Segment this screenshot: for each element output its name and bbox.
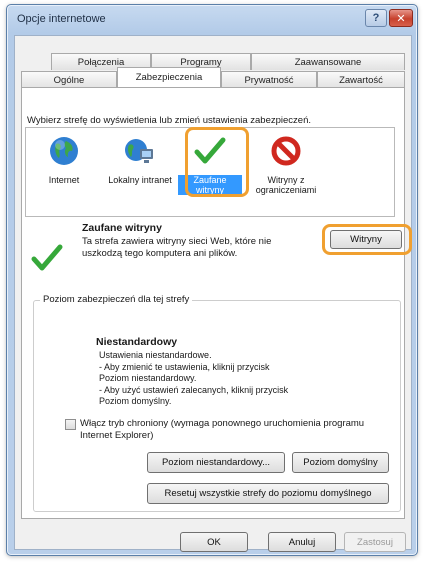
restricted-icon	[268, 133, 304, 169]
security-level-line: Ustawienia niestandardowe.	[99, 350, 212, 360]
zone-trusted-sites[interactable]: Zaufane witryny	[178, 133, 242, 195]
zone-info-description: Ta strefa zawiera witryny sieci Web, któ…	[82, 236, 272, 259]
tab-advanced[interactable]: Zaawansowane	[251, 53, 405, 70]
zone-info-title: Zaufane witryny	[82, 222, 162, 234]
zone-trusted-sites-label: Zaufane witryny	[178, 175, 242, 195]
zone-restricted-sites[interactable]: Witryny z ograniczeniami	[254, 133, 318, 195]
zone-internet[interactable]: Internet	[32, 133, 96, 185]
tab-content[interactable]: Zawartość	[317, 71, 405, 88]
apply-button[interactable]: Zastosuj	[344, 532, 406, 552]
checkmark-icon	[192, 133, 228, 169]
security-level-line: - Aby użyć ustawień zalecanych, kliknij …	[99, 384, 289, 407]
security-level-title: Niestandardowy	[96, 336, 178, 348]
custom-level-button[interactable]: Poziom niestandardowy...	[147, 452, 285, 473]
zone-instruction: Wybierz strefę do wyświetlenia lub zmień…	[27, 115, 311, 126]
security-level-line: - Aby zmienić te ustawienia, kliknij prz…	[99, 361, 270, 384]
zone-local-intranet-label: Lokalny intranet	[108, 175, 172, 185]
zone-local-intranet[interactable]: Lokalny intranet	[108, 133, 172, 185]
zone-internet-label: Internet	[48, 175, 80, 185]
close-button[interactable]: ✕	[389, 9, 413, 27]
sites-button[interactable]: Witryny	[330, 230, 402, 249]
window-title: Opcje internetowe	[17, 13, 106, 25]
title-bar[interactable]: Opcje internetowe ? ✕	[7, 5, 417, 35]
intranet-icon	[122, 133, 158, 169]
tab-security[interactable]: Zabezpieczenia	[117, 67, 221, 87]
help-button[interactable]: ?	[365, 9, 387, 27]
globe-icon	[46, 133, 82, 169]
cancel-button[interactable]: Anuluj	[268, 532, 336, 552]
zone-list: Internet Lokalny intranet Zaufane witryn…	[25, 127, 395, 217]
ok-button[interactable]: OK	[180, 532, 248, 552]
tab-general[interactable]: Ogólne	[21, 71, 117, 88]
security-level-group-label: Poziom zabezpieczeń dla tej strefy	[40, 294, 193, 305]
reset-all-zones-button[interactable]: Resetuj wszystkie strefy do poziomu domy…	[147, 483, 389, 504]
zone-restricted-sites-label: Witryny z ograniczeniami	[255, 175, 317, 195]
protected-mode-label: Włącz tryb chroniony (wymaga ponownego u…	[80, 418, 365, 441]
default-level-button[interactable]: Poziom domyślny	[292, 452, 389, 473]
protected-mode-checkbox[interactable]	[65, 419, 76, 430]
trusted-sites-checkmark-icon	[30, 243, 64, 276]
security-level-description: Ustawienia niestandardowe. - Aby zmienić…	[99, 350, 299, 408]
tab-privacy[interactable]: Prywatność	[221, 71, 317, 88]
